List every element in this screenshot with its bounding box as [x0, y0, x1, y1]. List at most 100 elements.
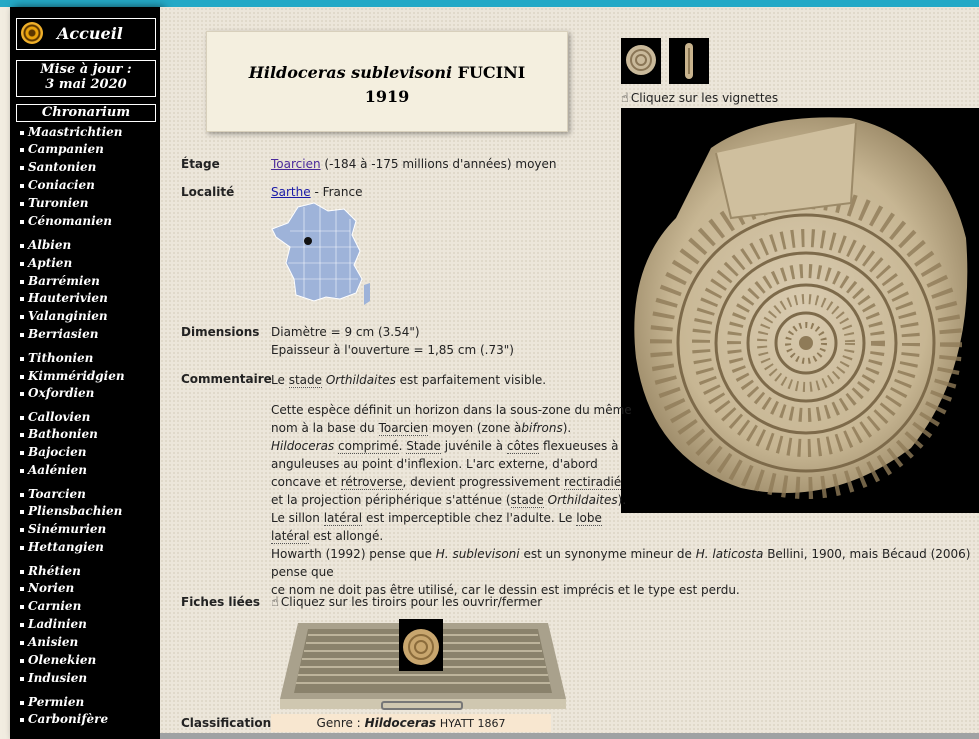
- home-button[interactable]: Accueil: [16, 18, 156, 50]
- bullet-icon: [20, 658, 24, 663]
- sidebar: Accueil Mise à jour : 3 mai 2020 Chronar…: [10, 7, 160, 739]
- stage-link[interactable]: Bajocien: [20, 445, 87, 459]
- bullet-icon: [20, 391, 24, 396]
- species-name: Hildoceras sublevisoni: [248, 63, 453, 82]
- stage-link[interactable]: Hauterivien: [20, 291, 108, 305]
- stage-link[interactable]: Ladinien: [20, 617, 87, 631]
- stage-link[interactable]: Oxfordien: [20, 386, 94, 400]
- bullet-icon: [20, 261, 24, 266]
- stage-link[interactable]: Aalénien: [20, 463, 87, 477]
- stage-link[interactable]: Callovien: [20, 410, 90, 424]
- stage-link[interactable]: Carbonifère: [20, 712, 108, 726]
- stage-link[interactable]: Olenekien: [20, 653, 96, 667]
- bullet-icon: [20, 700, 24, 705]
- stage-link[interactable]: Indusien: [20, 671, 87, 685]
- etage-link[interactable]: Toarcien: [271, 157, 321, 171]
- stage-link[interactable]: Cénomanien: [20, 214, 112, 228]
- stage-link[interactable]: Turonien: [20, 196, 89, 210]
- pointer-hand-icon: ☝: [621, 91, 629, 106]
- france-map[interactable]: [270, 201, 374, 309]
- comment-text: ).: [562, 421, 572, 435]
- bullet-icon: [20, 332, 24, 337]
- stage-link[interactable]: Campanien: [20, 142, 104, 156]
- stage-label: Berriasien: [28, 327, 99, 341]
- stage-link[interactable]: Aptien: [20, 256, 72, 270]
- pointer-hand-icon: ☝: [271, 595, 279, 610]
- dimensions-value: Diamètre = 9 cm (3.54") Epaisseur à l'ou…: [271, 323, 514, 359]
- stage-label: Aalénien: [28, 463, 87, 477]
- stage-label: Permien: [28, 695, 85, 709]
- glossary-term[interactable]: latéral: [271, 529, 310, 544]
- stage-link[interactable]: Albien: [20, 238, 71, 252]
- bullet-icon: [20, 676, 24, 681]
- comment-line: Howarth (1992) pense que H. sublevisoni …: [271, 545, 971, 581]
- stage-label: Rhétien: [28, 564, 81, 578]
- stage-label: Anisien: [28, 635, 79, 649]
- stage-link[interactable]: Santonien: [20, 160, 96, 174]
- classification-genre-row[interactable]: Genre : Hildoceras HYATT 1867: [271, 714, 551, 732]
- comment-text: , devient progressivement: [402, 475, 561, 489]
- stage-link[interactable]: Tithonien: [20, 351, 93, 365]
- stage-label: Santonien: [28, 160, 97, 174]
- stage-link[interactable]: Rhétien: [20, 564, 81, 578]
- thumbnails-hint: ☝ Cliquez sur les vignettes: [621, 91, 778, 106]
- comment-line: Hildoceras comprimé. Stade juvénile à cô…: [271, 437, 971, 455]
- stage-link[interactable]: Barrémien: [20, 274, 100, 288]
- bottom-scrollbar[interactable]: [160, 733, 979, 739]
- localite-link[interactable]: Sarthe: [271, 185, 311, 199]
- stage-label: Ladinien: [28, 617, 87, 631]
- glossary-term[interactable]: Stade: [406, 439, 441, 454]
- home-label: Accueil: [57, 24, 123, 43]
- stage-link[interactable]: Pliensbachien: [20, 504, 122, 518]
- thumbnail-front-view[interactable]: [669, 38, 709, 84]
- stage-link[interactable]: Maastrichtien: [20, 125, 123, 139]
- stage-label: Pliensbachien: [28, 504, 123, 518]
- glossary-term[interactable]: stade: [510, 493, 544, 508]
- stage-link[interactable]: Coniacien: [20, 178, 95, 192]
- stage-link[interactable]: Anisien: [20, 635, 78, 649]
- commentaire-label: Commentaire: [181, 372, 272, 386]
- glossary-term[interactable]: stade: [288, 373, 322, 388]
- species-year: 1919: [364, 87, 410, 106]
- chronarium-header[interactable]: Chronarium: [16, 104, 156, 122]
- glossary-term[interactable]: lobe: [576, 511, 602, 526]
- comment-line: Le sillon latéral est imperceptible chez…: [271, 509, 971, 527]
- top-accent-bar: [0, 0, 979, 7]
- glossary-term[interactable]: rectiradié: [563, 475, 622, 490]
- thumbnails-hint-text: Cliquez sur les vignettes: [630, 91, 779, 105]
- fiches-hint: ☝ Cliquez sur les tiroirs pour les ouvrir…: [271, 595, 542, 610]
- stage-link[interactable]: Valanginien: [20, 309, 108, 323]
- bullet-icon: [20, 569, 24, 574]
- bullet-icon: [20, 622, 24, 627]
- stage-link[interactable]: Hettangien: [20, 540, 104, 554]
- bullet-icon: [20, 604, 24, 609]
- stage-link[interactable]: Kimméridgien: [20, 369, 125, 383]
- glossary-term[interactable]: rétroverse: [340, 475, 403, 490]
- stage-link[interactable]: Carnien: [20, 599, 81, 613]
- stage-link[interactable]: Permien: [20, 695, 84, 709]
- glossary-term[interactable]: côtes: [506, 439, 540, 454]
- stage-link[interactable]: Norien: [20, 581, 74, 595]
- stage-link[interactable]: Berriasien: [20, 327, 98, 341]
- stage-link[interactable]: Bathonien: [20, 427, 98, 441]
- glossary-term[interactable]: comprimé: [338, 439, 399, 454]
- bullet-icon: [20, 492, 24, 497]
- thumbnail-side-view[interactable]: [621, 38, 661, 84]
- fiches-hint-text: Cliquez sur les tiroirs pour les ouvrir/…: [280, 595, 543, 609]
- glossary-term[interactable]: Toarcien: [378, 421, 429, 436]
- stage-link[interactable]: Sinémurien: [20, 522, 106, 536]
- bullet-icon: [20, 450, 24, 455]
- bullet-icon: [20, 243, 24, 248]
- glossary-term[interactable]: latéral: [323, 511, 363, 526]
- comment-italic: H. sublevisoni: [435, 547, 520, 561]
- comment-italic: Orthildaites: [547, 493, 618, 507]
- specimen-drawer[interactable]: [278, 619, 568, 711]
- comment-text: Howarth (1992) pense que: [271, 547, 432, 561]
- bullet-icon: [20, 468, 24, 473]
- main-content: Hildoceras sublevisoni FUCINI 1919 ☝ Cliq…: [160, 7, 979, 739]
- stage-link[interactable]: Toarcien: [20, 487, 86, 501]
- comment-text: est imperceptible chez l'adulte. Le: [365, 511, 573, 525]
- comment-italic: bifrons: [521, 421, 563, 435]
- comment-line: Cette espèce définit un horizon dans la …: [271, 403, 632, 417]
- bullet-icon: [20, 219, 24, 224]
